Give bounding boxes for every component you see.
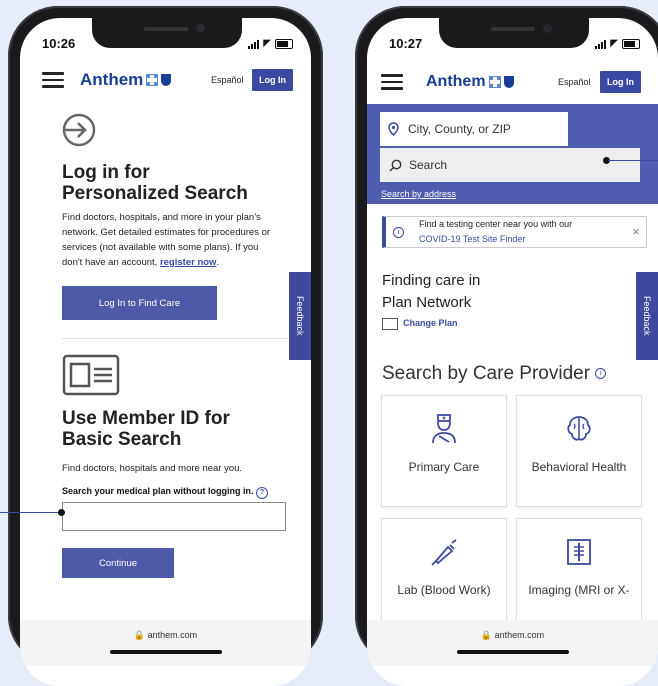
search-icon (389, 159, 402, 171)
feedback-tab[interactable]: Feedback (289, 272, 311, 360)
logo-text: Anthem (80, 70, 144, 89)
behavioral-health-card[interactable]: Behavioral Health (516, 395, 642, 507)
card-label: Lab (Blood Work) (397, 583, 491, 597)
annotation-dot-left (58, 509, 65, 516)
login-arrow-icon (62, 113, 96, 147)
nurse-icon (432, 414, 456, 444)
wifi-icon: ◤ (610, 38, 618, 49)
login-section-title: Log in for Personalized Search (62, 162, 248, 204)
section-divider (62, 338, 288, 339)
card-label: Primary Care (408, 460, 480, 474)
url-label[interactable]: 🔒 anthem.com (20, 630, 311, 641)
brain-icon (567, 416, 591, 441)
imaging-card[interactable]: Imaging (MRI or X- (516, 518, 642, 630)
blue-shield-icon (161, 74, 172, 86)
covid-banner: i Find a testing center near you with ou… (382, 216, 647, 248)
hamburger-menu-icon[interactable] (42, 68, 64, 92)
right-phone: 10:27 ◤ Anthem Español Log In City, Coun… (355, 6, 658, 686)
status-icons: ◤ (595, 38, 640, 49)
member-id-card-icon (62, 354, 120, 396)
member-id-description: Find doctors, hospitals and more near yo… (62, 463, 243, 474)
blue-cross-icon (146, 74, 159, 86)
card-label: Behavioral Health (531, 460, 627, 474)
register-now-link[interactable]: register now (160, 257, 217, 268)
wifi-icon: ◤ (263, 38, 271, 49)
anthem-logo[interactable]: Anthem (80, 70, 172, 90)
member-search-label: Search your medical plan without logging… (62, 486, 269, 499)
left-phone: 10:26 ◤ Anthem Español Log In Log in for (8, 6, 323, 686)
member-id-input[interactable] (62, 502, 286, 531)
hamburger-menu-icon[interactable] (381, 70, 403, 94)
battery-icon (275, 38, 293, 49)
status-time: 10:26 (42, 36, 76, 51)
plan-card-icon (382, 318, 398, 330)
annotation-line-right (608, 160, 658, 161)
login-section-description: Find doctors, hospitals, and more in you… (62, 212, 271, 268)
login-to-find-care-button[interactable]: Log In to Find Care (62, 286, 217, 320)
syringe-icon (431, 539, 457, 566)
info-icon: i (393, 227, 404, 238)
location-pin-icon (388, 122, 399, 136)
battery-icon (622, 38, 640, 49)
signal-icon (248, 39, 260, 49)
continue-button[interactable]: Continue (62, 548, 174, 578)
feedback-tab[interactable]: Feedback (636, 272, 658, 360)
primary-care-card[interactable]: Primary Care (381, 395, 507, 507)
status-icons: ◤ (248, 38, 293, 49)
help-icon[interactable]: ? (256, 487, 269, 499)
change-plan-link[interactable]: Change Plan (403, 318, 458, 328)
language-link[interactable]: Español (211, 75, 244, 85)
lock-icon: 🔒 (133, 630, 146, 640)
xray-icon (567, 539, 591, 565)
search-input[interactable]: Search (380, 148, 640, 182)
signal-icon (595, 39, 607, 49)
blue-cross-icon (488, 76, 501, 88)
url-label[interactable]: 🔒 anthem.com (367, 630, 658, 641)
header-login-button[interactable]: Log In (600, 71, 641, 93)
logo-text: Anthem (426, 73, 486, 90)
browser-bar: 🔒 anthem.com (367, 620, 658, 666)
home-indicator[interactable] (110, 650, 222, 654)
language-link[interactable]: Español (558, 77, 591, 87)
lock-icon: 🔒 (480, 630, 493, 640)
home-indicator[interactable] (457, 650, 569, 654)
finding-care-heading: Finding care in Plan Network (382, 272, 481, 311)
notch (92, 18, 242, 48)
close-icon[interactable]: × (632, 224, 640, 239)
site-header: Anthem Español Log In (20, 63, 311, 97)
left-screen: 10:26 ◤ Anthem Español Log In Log in for (20, 18, 311, 686)
status-time: 10:27 (389, 36, 423, 51)
notch (439, 18, 589, 48)
anthem-logo[interactable]: Anthem (426, 73, 514, 91)
location-input[interactable]: City, County, or ZIP (380, 112, 568, 146)
header-login-button[interactable]: Log In (252, 69, 293, 91)
search-by-address-link[interactable]: Search by address (381, 189, 456, 199)
info-icon[interactable]: i (595, 368, 607, 380)
blue-shield-icon (503, 76, 514, 88)
location-placeholder: City, County, or ZIP (408, 122, 511, 136)
annotation-line-left (0, 512, 60, 513)
browser-bar: 🔒 anthem.com (20, 620, 311, 666)
member-id-section-title: Use Member ID for Basic Search (62, 408, 230, 450)
banner-text: Find a testing center near you with our (419, 219, 573, 229)
site-header: Anthem Español Log In (367, 65, 658, 99)
right-screen: 10:27 ◤ Anthem Español Log In City, Coun… (367, 18, 658, 686)
search-placeholder: Search (409, 158, 448, 172)
covid-test-site-finder-link[interactable]: COVID-19 Test Site Finder (419, 234, 525, 244)
lab-blood-work-card[interactable]: Lab (Blood Work) (381, 518, 507, 630)
care-provider-section-title: Search by Care Provider i (382, 363, 607, 385)
card-label: Imaging (MRI or X- (528, 583, 630, 597)
